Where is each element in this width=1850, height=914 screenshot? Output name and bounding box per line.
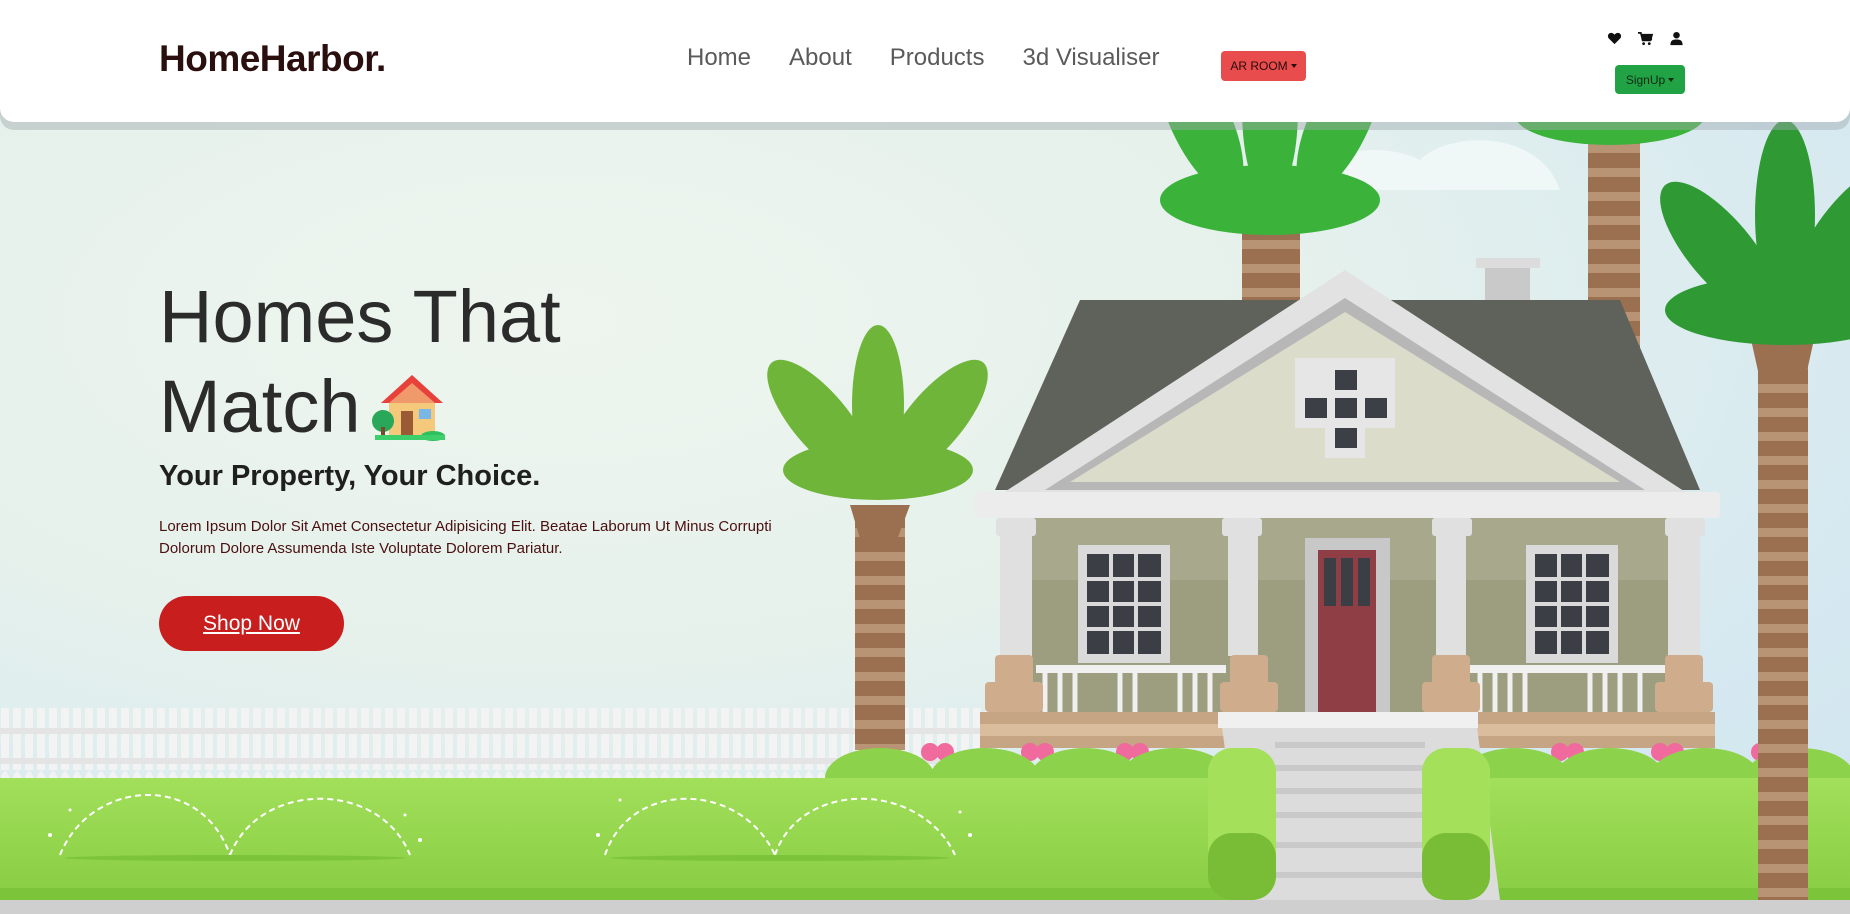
shop-now-button[interactable]: Shop Now: [159, 596, 344, 651]
cart-icon[interactable]: [1638, 31, 1653, 46]
nav-home[interactable]: Home: [687, 44, 751, 72]
caret-down-icon: [1290, 64, 1297, 68]
nav-3d-visualiser[interactable]: 3d Visualiser: [1022, 44, 1159, 72]
hero-headline-line1: Homes That: [159, 275, 561, 358]
main-nav: Home About Products 3d Visualiser: [687, 44, 1197, 72]
header-icons: [1607, 31, 1684, 46]
nav-about[interactable]: About: [789, 44, 852, 72]
ar-room-label: AR ROOM: [1230, 59, 1288, 73]
hero-subheadline: Your Property, Your Choice.: [159, 460, 541, 492]
house-with-garden-icon: [371, 375, 445, 442]
hero-description: Lorem Ipsum Dolor Sit Amet Consectetur A…: [159, 518, 772, 557]
user-icon[interactable]: [1669, 31, 1684, 46]
house-illustration: [0, 20, 1850, 908]
top-navbar: HomeHarbor. Home About Products 3d Visua…: [0, 0, 1850, 122]
hero-section: Homes That Match Your Property, Your Cho…: [0, 0, 1850, 914]
page-bottom-divider: [0, 900, 1850, 914]
nav-products[interactable]: Products: [890, 44, 985, 72]
caret-down-icon: [1668, 77, 1675, 82]
hero-headline-line2: Match: [159, 362, 561, 452]
ar-room-dropdown[interactable]: AR ROOM: [1221, 51, 1306, 81]
heart-icon[interactable]: [1607, 31, 1622, 46]
brand-logo[interactable]: HomeHarbor.: [159, 38, 386, 80]
signup-dropdown[interactable]: SignUp: [1615, 65, 1685, 94]
signup-label: SignUp: [1625, 72, 1666, 87]
hero-headline: Homes That Match: [159, 272, 561, 452]
hero-headline-line2-text: Match: [159, 365, 361, 448]
